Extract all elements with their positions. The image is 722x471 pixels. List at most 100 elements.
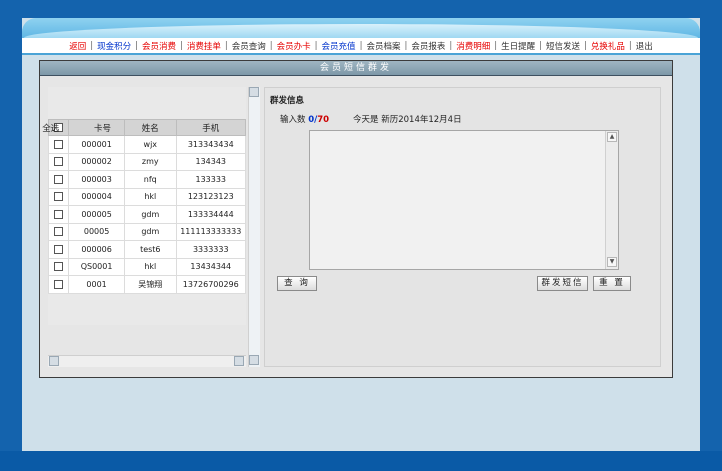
table-row[interactable]: 000005 gdm 133334444	[47, 205, 247, 224]
nav-link[interactable]: 现金积分	[96, 40, 132, 52]
row-checkbox-cell[interactable]	[47, 187, 70, 206]
cell-phone: 3333333	[175, 240, 247, 259]
cell-card: 00005	[68, 222, 126, 241]
cell-phone: 133333	[175, 170, 247, 189]
row-checkbox-cell[interactable]	[47, 135, 70, 154]
cell-phone: 123123123	[175, 187, 247, 206]
scroll-up-button[interactable]	[249, 87, 259, 97]
member-table: 全选 卡号 姓名 手机 000001 wjx 313343434 000002 zmy 1…	[42, 119, 247, 294]
nav-separator: |	[494, 40, 498, 51]
cell-card: 000004	[68, 187, 126, 206]
nav-separator: |	[269, 40, 273, 51]
table-row[interactable]: 0001 吴锦翔 13726700296	[47, 275, 247, 294]
nav-separator: |	[224, 40, 228, 51]
cell-name: hkl	[124, 257, 177, 276]
nav-separator: |	[449, 40, 453, 51]
nav-separator: |	[359, 40, 363, 51]
row-checkbox-cell[interactable]	[47, 222, 70, 241]
column-header-phone: 手机	[175, 119, 247, 136]
message-scroll-up-icon[interactable]: ▲	[607, 132, 617, 142]
row-checkbox-cell[interactable]	[47, 152, 70, 171]
row-checkbox-cell[interactable]	[47, 257, 70, 276]
nav-link[interactable]: 会员档案	[365, 40, 401, 52]
scroll-down-button[interactable]	[249, 355, 259, 365]
row-checkbox[interactable]	[54, 279, 64, 289]
scroll-right-button[interactable]	[234, 356, 244, 366]
cell-name: gdm	[124, 222, 177, 241]
today-date: 今天是 新历2014年12月4日	[353, 113, 462, 125]
table-row[interactable]: 000004 hkl 123123123	[47, 187, 247, 206]
cell-phone: 111113333333	[175, 222, 247, 241]
cell-name: zmy	[124, 152, 177, 171]
row-checkbox-cell[interactable]	[47, 205, 70, 224]
row-checkbox[interactable]	[54, 139, 64, 149]
sms-panel: 会员短信群发 全选 卡号 姓名 手机 000001 wjx 313343434 000…	[39, 60, 673, 378]
nav-separator: |	[180, 40, 183, 51]
row-checkbox[interactable]	[54, 244, 64, 254]
card-header-label: 卡号	[93, 123, 111, 134]
row-checkbox[interactable]	[54, 174, 64, 184]
nav-link[interactable]: 会员查询	[231, 40, 267, 52]
cell-phone: 133334444	[175, 205, 247, 224]
nav-separator: |	[584, 40, 587, 51]
member-rows: 000001 wjx 313343434 000002 zmy 134343 000003 n…	[47, 135, 247, 294]
row-checkbox-cell[interactable]	[47, 240, 70, 259]
table-row[interactable]: 000006 test6 3333333	[47, 240, 247, 259]
vertical-scrollbar[interactable]	[248, 87, 260, 367]
cell-name: nfq	[124, 170, 177, 189]
row-checkbox-cell[interactable]	[47, 275, 70, 294]
nav-link[interactable]: 会员办卡	[276, 40, 312, 52]
today-label: 今天是	[353, 115, 379, 125]
row-checkbox[interactable]	[54, 157, 64, 167]
row-checkbox[interactable]	[54, 192, 64, 202]
nav-link[interactable]: 会员报表	[410, 40, 446, 52]
panel-title: 会员短信群发	[40, 61, 672, 76]
message-scrollbar[interactable]: ▲ ▼	[605, 131, 618, 269]
cell-phone: 134343	[175, 152, 247, 171]
cell-name: wjx	[124, 135, 177, 154]
nav-separator: |	[404, 40, 408, 51]
cell-card: 000002	[68, 152, 126, 171]
cell-name: hkl	[124, 187, 177, 206]
table-row[interactable]: 000003 nfq 133333	[47, 170, 247, 189]
nav-link[interactable]: 兑换礼品	[590, 40, 626, 52]
nav-link[interactable]: 返回	[68, 40, 87, 52]
compose-pane: 群发信息 输入数 0/70 今天是 新历2014年12月4日 ▲ ▼ 查 询 群…	[264, 87, 661, 367]
cell-card: 0001	[68, 275, 126, 294]
nav-link[interactable]: 会员消费	[141, 40, 177, 52]
nav-link[interactable]: 消费挂单	[186, 40, 222, 52]
table-row[interactable]: 000002 zmy 134343	[47, 152, 247, 171]
horizontal-scrollbar[interactable]	[48, 355, 246, 367]
nav-separator: |	[628, 40, 632, 51]
column-header-card: 全选 卡号	[42, 119, 126, 136]
nav-link[interactable]: 生日提醒	[500, 40, 536, 52]
scroll-left-button[interactable]	[49, 356, 59, 366]
cell-card: QS0001	[68, 257, 126, 276]
row-checkbox[interactable]	[54, 262, 64, 272]
send-sms-button[interactable]: 群发短信	[537, 276, 588, 291]
table-row[interactable]: QS0001 hkl 13434344	[47, 257, 247, 276]
cell-card: 000001	[68, 135, 126, 154]
nav-link[interactable]: 会员充值	[321, 40, 357, 52]
message-scroll-down-icon[interactable]: ▼	[607, 257, 617, 267]
row-checkbox[interactable]	[54, 227, 64, 237]
reset-button[interactable]: 重 置	[593, 276, 631, 291]
nav-link[interactable]: 退出	[635, 40, 654, 52]
column-header-name: 姓名	[124, 119, 177, 136]
nav-link[interactable]: 消费明细	[455, 40, 491, 52]
nav-link[interactable]: 短信发送	[545, 40, 581, 52]
row-checkbox-cell[interactable]	[47, 170, 70, 189]
table-row[interactable]: 00005 gdm 111113333333	[47, 222, 247, 241]
compose-title: 群发信息	[270, 96, 305, 106]
nav-separator: |	[314, 40, 318, 51]
cell-card: 000003	[68, 170, 126, 189]
nav-underline	[22, 53, 700, 55]
cell-phone: 13434344	[175, 257, 247, 276]
today-value: 新历2014年12月4日	[381, 115, 462, 125]
cell-name: 吴锦翔	[124, 275, 177, 294]
row-checkbox[interactable]	[54, 209, 64, 219]
table-row[interactable]: 000001 wjx 313343434	[47, 135, 247, 154]
query-button[interactable]: 查 询	[277, 276, 317, 291]
nav-separator: |	[539, 40, 542, 51]
message-textarea[interactable]	[309, 130, 619, 270]
